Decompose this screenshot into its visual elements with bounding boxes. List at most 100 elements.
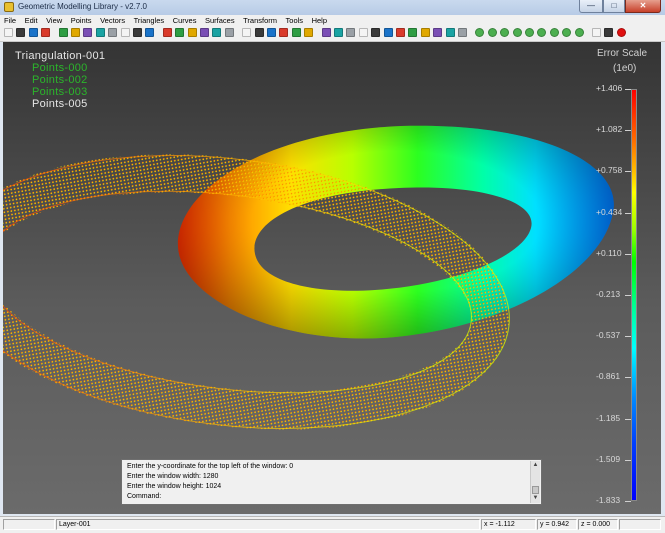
toolbar — [0, 26, 665, 42]
axis-x-icon[interactable] — [162, 28, 172, 37]
wireframe-torus[interactable] — [3, 42, 661, 514]
rotate-icon[interactable] — [108, 28, 118, 37]
copy-icon[interactable] — [58, 28, 68, 37]
scroll-down-icon[interactable]: ▼ — [531, 494, 540, 503]
mesh-icon[interactable] — [433, 28, 443, 37]
solid-icon[interactable] — [346, 28, 356, 37]
fit-icon[interactable] — [254, 28, 264, 37]
3d-viewport[interactable]: Triangulation-001 Points-000 Points-002 Poi… — [3, 42, 661, 514]
menu-transform[interactable]: Transform — [241, 15, 279, 26]
layer-label[interactable]: Points-005 — [32, 99, 88, 110]
layer-icon[interactable] — [242, 28, 252, 37]
torus-icon[interactable] — [458, 28, 467, 37]
menu-triangles[interactable]: Triangles — [132, 15, 167, 26]
console-command-prompt[interactable]: Command: — [127, 493, 161, 500]
error-scale-tick-label: +0.758 — [596, 165, 623, 176]
sphere4-icon[interactable] — [500, 28, 510, 37]
minimize-button[interactable]: — — [579, 0, 603, 13]
surface-icon[interactable] — [420, 28, 430, 37]
scroll-up-icon[interactable]: ▲ — [531, 461, 540, 470]
cut-icon[interactable] — [525, 28, 534, 37]
light-icon[interactable] — [304, 28, 314, 37]
close-button[interactable]: ✕ — [625, 0, 661, 13]
error-scale-tick-mark — [625, 418, 631, 420]
undo-icon[interactable] — [133, 28, 142, 37]
layer-label[interactable]: Points-003 — [32, 87, 88, 98]
menu-vectors[interactable]: Vectors — [98, 15, 127, 26]
texture-icon[interactable] — [371, 28, 381, 37]
sphere6-icon[interactable] — [537, 28, 547, 37]
error-scale-unit: (1e0) — [613, 63, 637, 74]
error-scale-tick-label: -0.537 — [596, 330, 621, 341]
paste-icon[interactable] — [71, 28, 80, 37]
sphere5-icon[interactable] — [512, 28, 522, 37]
record-icon[interactable] — [616, 28, 626, 37]
app-icon[interactable] — [4, 2, 14, 12]
pen-icon[interactable] — [592, 28, 601, 37]
axis-y-icon[interactable] — [175, 28, 185, 37]
layer-label[interactable]: Points-000 — [32, 63, 88, 74]
curve-icon[interactable] — [408, 28, 418, 37]
face-icon[interactable] — [383, 28, 393, 37]
move-icon[interactable] — [83, 28, 93, 37]
error-scale-tick-label: -1.509 — [596, 453, 621, 464]
status-layer: Layer-001 — [56, 519, 480, 530]
menu-file[interactable]: File — [2, 15, 18, 26]
window-title: Geometric Modelling Library - v2.7.0 — [18, 2, 147, 11]
title-bar[interactable]: Geometric Modelling Library - v2.7.0 — □… — [0, 0, 665, 15]
sphere7-icon[interactable] — [549, 28, 559, 37]
mirror-icon[interactable] — [120, 28, 130, 37]
new-icon[interactable] — [4, 28, 13, 37]
axis-xy-icon[interactable] — [200, 28, 209, 37]
status-z-coordinate: z = 0.000 — [578, 519, 618, 530]
error-scale-tick-mark — [625, 501, 631, 502]
sphere3-icon[interactable] — [487, 28, 497, 37]
command-console[interactable]: Enter the y-coordinate for the top left … — [121, 459, 542, 505]
delete-icon[interactable] — [41, 28, 51, 37]
scale-icon[interactable] — [95, 28, 105, 37]
menu-help[interactable]: Help — [310, 15, 329, 26]
render-icon[interactable] — [267, 28, 276, 37]
sphere8-icon[interactable] — [562, 28, 572, 37]
menu-surfaces[interactable]: Surfaces — [203, 15, 237, 26]
grid-icon[interactable] — [321, 28, 331, 37]
console-line: Enter the y-coordinate for the top left … — [127, 463, 294, 470]
error-scale-tick-label: -1.185 — [596, 412, 621, 423]
pause-icon[interactable] — [604, 28, 614, 37]
measure-icon[interactable] — [396, 28, 405, 37]
sphere-icon[interactable] — [445, 28, 455, 37]
menu-edit[interactable]: Edit — [23, 15, 40, 26]
layer-label[interactable]: Triangulation-001 — [15, 51, 105, 62]
axis-zx-icon[interactable] — [224, 28, 234, 37]
open-icon[interactable] — [16, 28, 26, 37]
maximize-button[interactable]: □ — [603, 0, 625, 13]
shade-icon[interactable] — [358, 28, 368, 37]
status-x-coordinate: x = -1.112 — [481, 519, 536, 530]
menu-view[interactable]: View — [44, 15, 64, 26]
error-scale-tick-label: -0.213 — [596, 289, 621, 299]
error-scale-tick-mark — [625, 171, 631, 173]
status-bar: Layer-001 x = -1.112 y = 0.942 z = 0.000 — [0, 516, 665, 533]
axis-z-icon[interactable] — [187, 28, 197, 37]
points-icon[interactable] — [279, 28, 289, 37]
error-scale-tick-label: +0.110 — [596, 247, 622, 258]
menu-tools[interactable]: Tools — [284, 15, 306, 26]
vectors-icon[interactable] — [291, 28, 301, 37]
axis-yz-icon[interactable] — [212, 28, 222, 37]
wire-icon[interactable] — [334, 28, 343, 37]
redo-icon[interactable] — [145, 28, 155, 37]
error-scale-title: Error Scale — [597, 48, 648, 59]
status-y-coordinate: y = 0.942 — [537, 519, 577, 530]
menu-curves[interactable]: Curves — [171, 15, 199, 26]
sphere2-icon[interactable] — [475, 28, 485, 37]
scroll-thumb[interactable] — [532, 486, 539, 494]
torus-scene[interactable] — [3, 42, 661, 514]
layer-label[interactable]: Points-002 — [32, 75, 88, 86]
console-scrollbar[interactable]: ▲ ▼ — [530, 461, 540, 503]
sphere9-icon[interactable] — [574, 28, 584, 37]
menu-points[interactable]: Points — [69, 15, 94, 26]
error-scale-tick-label: +1.406 — [596, 83, 623, 93]
save-icon[interactable] — [28, 28, 38, 37]
error-scale-tick-label: +0.434 — [596, 206, 623, 217]
console-line: Enter the window height: 1024 — [127, 483, 222, 490]
